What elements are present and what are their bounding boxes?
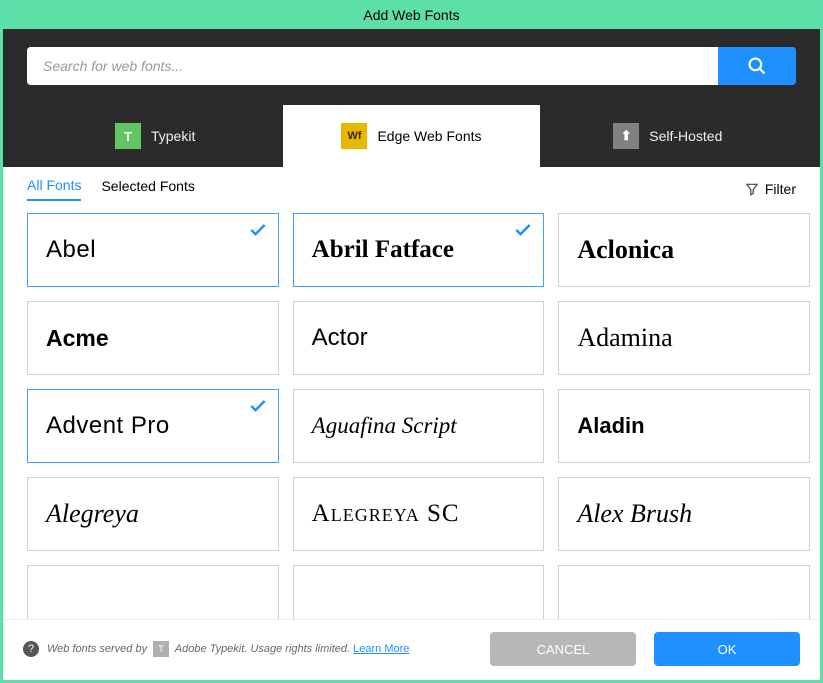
tab-label: Self-Hosted xyxy=(649,128,722,144)
font-name-label: Advent Pro xyxy=(46,412,170,440)
font-card[interactable]: Advent Pro xyxy=(27,389,279,463)
filter-bar: All Fonts Selected Fonts Filter xyxy=(3,167,820,209)
ok-button[interactable]: OK xyxy=(654,632,800,666)
font-name-label: Actor xyxy=(312,324,368,352)
tab-self-hosted[interactable]: ⬆ Self-Hosted xyxy=(540,105,796,167)
tab-label: Typekit xyxy=(151,128,195,144)
source-tabs: T Typekit Wf Edge Web Fonts ⬆ Self-Hoste… xyxy=(27,105,796,167)
search-input[interactable] xyxy=(27,47,718,85)
search-button[interactable] xyxy=(718,47,796,85)
learn-more-link[interactable]: Learn More xyxy=(353,643,409,655)
font-card[interactable]: Aclonica xyxy=(558,213,810,287)
font-name-label: Alegreya SC xyxy=(312,500,460,528)
window: Add Web Fonts T Typekit Wf Edge Web Font… xyxy=(3,3,820,680)
search-icon xyxy=(747,56,767,76)
font-card[interactable] xyxy=(293,565,545,619)
font-grid: Abel Abril Fatface Aclonica Acme Actor Adamin… xyxy=(27,213,810,619)
font-name-label: Abel xyxy=(46,236,96,264)
body-section: All Fonts Selected Fonts Filter Abel Abri… xyxy=(3,167,820,619)
footer-text: Web fonts served by T Adobe Typekit. Usa… xyxy=(47,641,409,657)
font-name-label: Aguafina Script xyxy=(312,413,457,439)
font-card[interactable]: Alegreya xyxy=(27,477,279,551)
tab-all-fonts[interactable]: All Fonts xyxy=(27,177,81,201)
check-icon xyxy=(248,220,268,245)
font-card[interactable]: Acme xyxy=(27,301,279,375)
font-card[interactable]: Adamina xyxy=(558,301,810,375)
font-name-label: Abril Fatface xyxy=(312,236,454,264)
font-card[interactable]: Alex Brush xyxy=(558,477,810,551)
font-card[interactable]: Aladin xyxy=(558,389,810,463)
font-card[interactable]: Abril Fatface xyxy=(293,213,545,287)
font-card[interactable]: Alegreya SC xyxy=(293,477,545,551)
font-card[interactable] xyxy=(558,565,810,619)
filter-icon xyxy=(745,182,759,196)
font-name-label: Acme xyxy=(46,325,109,352)
typekit-mini-icon: T xyxy=(153,641,169,657)
font-card[interactable]: Actor xyxy=(293,301,545,375)
font-name-label: Adamina xyxy=(577,323,672,353)
check-icon xyxy=(248,396,268,421)
footer: ? Web fonts served by T Adobe Typekit. U… xyxy=(3,619,820,680)
help-icon[interactable]: ? xyxy=(23,641,39,657)
edge-web-fonts-icon: Wf xyxy=(341,123,367,149)
check-icon xyxy=(513,220,533,245)
header-section: T Typekit Wf Edge Web Fonts ⬆ Self-Hoste… xyxy=(3,29,820,167)
tab-selected-fonts[interactable]: Selected Fonts xyxy=(101,178,194,200)
tab-typekit[interactable]: T Typekit xyxy=(27,105,283,167)
font-scroll-area[interactable]: Abel Abril Fatface Aclonica Acme Actor Adamin… xyxy=(3,209,820,619)
font-name-label: Alex Brush xyxy=(577,499,692,529)
tab-label: Edge Web Fonts xyxy=(377,128,481,144)
typekit-icon: T xyxy=(115,123,141,149)
font-name-label: Alegreya xyxy=(46,499,139,529)
filter-button[interactable]: Filter xyxy=(745,181,796,197)
font-card[interactable]: Aguafina Script xyxy=(293,389,545,463)
tab-edge-web-fonts[interactable]: Wf Edge Web Fonts xyxy=(283,105,539,167)
font-card[interactable]: Abel xyxy=(27,213,279,287)
font-name-label: Aclonica xyxy=(577,235,674,265)
filter-label: Filter xyxy=(765,181,796,197)
font-card[interactable] xyxy=(27,565,279,619)
cancel-button[interactable]: CANCEL xyxy=(490,632,636,666)
window-title: Add Web Fonts xyxy=(3,3,820,29)
search-row xyxy=(27,47,796,85)
font-name-label: Aladin xyxy=(577,413,644,439)
upload-icon: ⬆ xyxy=(613,123,639,149)
